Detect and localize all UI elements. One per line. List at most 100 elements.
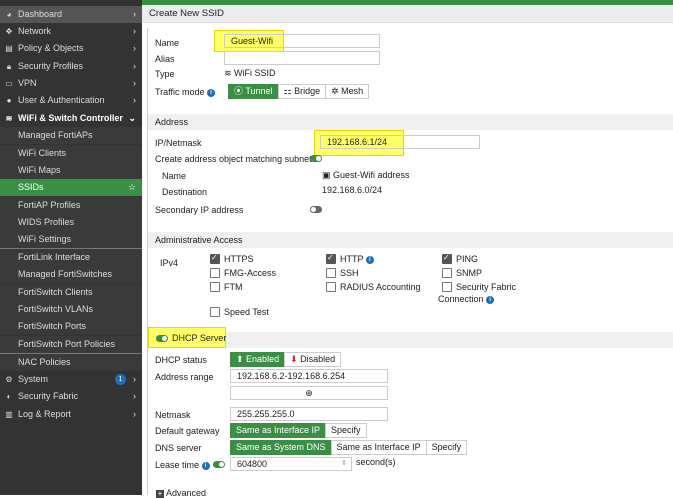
laptop-icon: ▭: [5, 79, 13, 88]
traffic-mode-selector: ⦿ Tunnel ⚏ Bridge ✲ Mesh: [228, 84, 370, 99]
disabled-button[interactable]: ⬇ Disabled: [284, 352, 342, 367]
name-input[interactable]: Guest-Wifi: [224, 34, 380, 48]
sidebar-item-system[interactable]: ⚙ System 1 ›: [0, 371, 142, 388]
create-address-label: Create address object matching subnet: [155, 154, 312, 164]
mesh-button[interactable]: ✲ Mesh: [325, 84, 370, 99]
dhcp-server-toggle[interactable]: [156, 335, 168, 342]
sidebar-item-fortiswitch-ports[interactable]: FortiSwitch Ports: [0, 318, 142, 335]
star-icon[interactable]: ☆: [128, 179, 136, 196]
secondary-ip-toggle[interactable]: [310, 206, 322, 213]
lease-time-toggle[interactable]: [213, 461, 225, 468]
chevron-right-icon: ›: [133, 26, 136, 36]
bridge-button[interactable]: ⚏ Bridge: [277, 84, 327, 99]
sidebar-item-nac-policies[interactable]: NAC Policies: [0, 354, 142, 371]
sidebar-item-managed-fortiswitches[interactable]: Managed FortiSwitches: [0, 266, 142, 283]
radius-accounting-checkbox[interactable]: RADIUS Accounting: [326, 282, 421, 292]
gear-icon: ⚙: [5, 375, 13, 384]
sidebar-item-dashboard[interactable]: ◕ Dashboard ›: [0, 6, 142, 23]
gateway-same-as-interface-button[interactable]: Same as Interface IP: [230, 423, 327, 438]
dns-server-selector: Same as System DNS Same as Interface IP …: [230, 440, 468, 455]
network-icon: ✥: [5, 27, 13, 36]
sidebar-item-network[interactable]: ✥ Network ›: [0, 23, 142, 40]
ssh-checkbox[interactable]: SSH: [326, 268, 359, 278]
address-icon: ▣: [322, 170, 334, 180]
add-range-button[interactable]: ⊕: [230, 386, 388, 400]
plus-circle-icon: ⊕: [305, 388, 313, 398]
sidebar-item-wifi-clients[interactable]: WiFi Clients: [0, 145, 142, 162]
tunnel-button[interactable]: ⦿ Tunnel: [228, 84, 279, 99]
spinner-icon[interactable]: ⇕: [341, 458, 347, 470]
address-range-label: Address range: [155, 372, 214, 382]
create-address-toggle[interactable]: [310, 155, 322, 162]
page-title: Create New SSID: [142, 5, 673, 23]
gateway-specify-button[interactable]: Specify: [325, 423, 367, 438]
sidebar-item-user-auth[interactable]: ● User & Authentication ›: [0, 92, 142, 109]
lock-icon: 🔒︎: [6, 62, 12, 71]
name-label: Name: [155, 38, 180, 48]
destination-label: Destination: [162, 187, 208, 197]
sidebar-item-log-report[interactable]: ▥ Log & Report ›: [0, 406, 142, 423]
ping-checkbox[interactable]: PING: [442, 253, 478, 264]
security-fabric-checkbox[interactable]: Security Fabric: [442, 282, 516, 292]
sidebar-item-security-profiles[interactable]: 🔒︎ Security Profiles ›: [0, 58, 142, 75]
info-icon[interactable]: i: [365, 255, 374, 264]
sidebar: ◕ Dashboard › ✥ Network › ▤ Policy & Objects ›…: [0, 0, 142, 495]
sidebar-item-ssids[interactable]: SSIDs ☆: [0, 179, 142, 196]
sidebar-item-wifi-switch[interactable]: ≋ WiFi & Switch Controller ⌄: [0, 110, 142, 127]
lease-time-input[interactable]: 604800 ⇕: [230, 457, 352, 471]
wifi-icon: ≋: [5, 114, 13, 123]
policy-icon: ▤: [5, 44, 13, 53]
ip-netmask-label: IP/Netmask: [155, 138, 202, 148]
default-gateway-selector: Same as Interface IP Specify: [230, 423, 367, 438]
dns-same-as-interface-button[interactable]: Same as Interface IP: [330, 440, 427, 455]
type-label: Type: [155, 69, 175, 79]
arrow-up-circle-icon: ⬆: [236, 354, 247, 364]
sidebar-item-wifi-maps[interactable]: WiFi Maps: [0, 162, 142, 179]
notification-badge: 1: [115, 374, 126, 385]
http-checkbox[interactable]: HTTP i: [326, 253, 374, 264]
sidebar-item-fortiap-profiles[interactable]: FortiAP Profiles: [0, 197, 142, 214]
https-checkbox[interactable]: HTTPS: [210, 253, 254, 264]
info-icon[interactable]: i: [486, 295, 495, 304]
ipv4-label: IPv4: [160, 258, 179, 268]
destination-value: 192.168.6.0/24: [322, 185, 383, 195]
enabled-button[interactable]: ⬆ Enabled: [230, 352, 286, 367]
chevron-right-icon: ›: [133, 61, 136, 71]
advanced-toggle[interactable]: + Advanced: [156, 488, 206, 498]
sidebar-item-vpn[interactable]: ▭ VPN ›: [0, 75, 142, 92]
main-panel: Create New SSID Name Guest-Wifi Alias Ty…: [142, 0, 673, 498]
bridge-icon: ⚏: [283, 86, 295, 96]
dns-same-as-system-button[interactable]: Same as System DNS: [230, 440, 332, 455]
speed-test-checkbox[interactable]: Speed Test: [210, 307, 269, 317]
dhcp-status-label: DHCP status: [155, 355, 207, 365]
default-gateway-label: Default gateway: [155, 426, 220, 436]
snmp-checkbox[interactable]: SNMP: [442, 268, 482, 278]
chevron-right-icon: ›: [133, 78, 136, 88]
chevron-right-icon: ›: [133, 374, 136, 384]
traffic-mode-label: Traffic mode i: [155, 87, 216, 97]
ftm-checkbox[interactable]: FTM: [210, 282, 243, 292]
alias-input[interactable]: [224, 51, 380, 65]
netmask-label: Netmask: [155, 410, 191, 420]
section-admin-access: Administrative Access: [148, 232, 673, 248]
sidebar-item-fortiswitch-clients[interactable]: FortiSwitch Clients: [0, 284, 142, 301]
info-icon[interactable]: i: [201, 461, 210, 470]
address-range-input[interactable]: 192.168.6.2-192.168.6.254: [230, 369, 388, 383]
sidebar-item-fortiswitch-port-policies[interactable]: FortiSwitch Port Policies: [0, 336, 142, 353]
ip-netmask-input[interactable]: 192.168.6.1/24: [320, 135, 480, 149]
netmask-input[interactable]: 255.255.255.0: [230, 407, 388, 421]
sidebar-item-fortiswitch-vlans[interactable]: FortiSwitch VLANs: [0, 301, 142, 318]
sidebar-item-wifi-settings[interactable]: WiFi Settings: [0, 231, 142, 248]
mesh-icon: ✲: [331, 86, 342, 96]
plus-square-icon: +: [156, 489, 164, 498]
sidebar-item-policy[interactable]: ▤ Policy & Objects ›: [0, 40, 142, 57]
fmg-access-checkbox[interactable]: FMG-Access: [210, 268, 276, 278]
secondary-ip-label: Secondary IP address: [155, 205, 244, 215]
info-icon[interactable]: i: [207, 88, 216, 97]
dns-specify-button[interactable]: Specify: [425, 440, 468, 455]
dashboard-icon: ◕: [6, 10, 12, 19]
sidebar-item-managed-fortiaps[interactable]: Managed FortiAPs: [0, 127, 142, 144]
sidebar-item-wids-profiles[interactable]: WIDS Profiles: [0, 214, 142, 231]
sidebar-item-fortilink[interactable]: FortiLink Interface: [0, 249, 142, 266]
sidebar-item-security-fabric[interactable]: ◐ Security Fabric ›: [0, 388, 142, 405]
